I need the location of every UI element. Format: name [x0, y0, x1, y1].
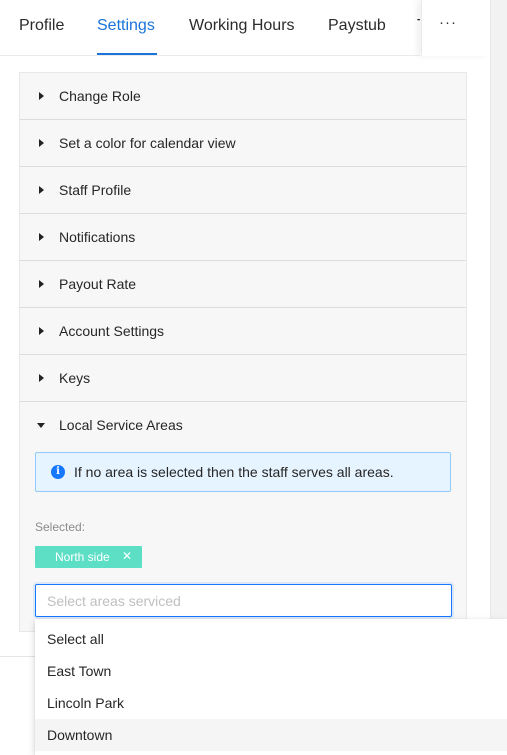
dropdown-option-select-all[interactable]: Select all	[35, 623, 507, 655]
accordion-item-label: Payout Rate	[59, 276, 137, 292]
dropdown-option-lincoln-park[interactable]: Lincoln Park	[35, 687, 507, 719]
tag-label: North side	[55, 550, 110, 564]
dropdown-option-east-town[interactable]: East Town	[35, 655, 507, 687]
tab-paystub[interactable]: Paystub	[328, 17, 386, 35]
caret-down-icon	[37, 423, 45, 428]
accordion-item-local-service-areas[interactable]: Local Service Areas	[20, 402, 466, 449]
accordion-item-label: Notifications	[59, 229, 136, 245]
caret-right-icon	[39, 327, 44, 335]
selected-area-tag: North side ✕	[35, 546, 142, 568]
caret-right-icon	[39, 233, 44, 241]
caret-right-icon	[39, 92, 44, 100]
accordion-item-label: Change Role	[59, 88, 141, 104]
caret-right-icon	[39, 139, 44, 147]
info-alert: i If no area is selected then the staff …	[35, 452, 451, 492]
accordion-item-change-role[interactable]: Change Role	[20, 73, 466, 120]
dropdown-option-label: East Town	[47, 663, 112, 679]
areas-dropdown-menu: Select all East Town Lincoln Park Downto…	[35, 619, 507, 755]
info-alert-text: If no area is selected then the staff se…	[74, 464, 394, 480]
accordion-item-label: Staff Profile	[59, 182, 132, 198]
footer-divider	[0, 656, 35, 755]
dropdown-option-downtown[interactable]: Downtown	[35, 719, 507, 751]
accordion-item-calendar-color[interactable]: Set a color for calendar view	[20, 120, 466, 167]
caret-right-icon	[39, 374, 44, 382]
caret-right-icon	[39, 186, 44, 194]
tab-bar: Profile Settings Working Hours Paystub T	[0, 0, 420, 56]
tab-profile[interactable]: Profile	[19, 17, 64, 35]
accordion-item-label: Keys	[59, 370, 91, 386]
accordion-item-staff-profile[interactable]: Staff Profile	[20, 167, 466, 214]
settings-accordion: Change Role Set a color for calendar vie…	[19, 72, 467, 632]
accordion-item-payout-rate[interactable]: Payout Rate	[20, 261, 466, 308]
tab-settings[interactable]: Settings	[97, 17, 155, 35]
accordion-item-keys[interactable]: Keys	[20, 355, 466, 402]
dropdown-option-label: Lincoln Park	[47, 695, 125, 711]
accordion-item-label: Local Service Areas	[59, 417, 183, 433]
ellipsis-icon: ···	[439, 14, 457, 31]
selected-label: Selected:	[35, 520, 86, 534]
info-icon: i	[51, 465, 65, 479]
tab-working-hours[interactable]: Working Hours	[189, 17, 295, 35]
dropdown-option-label: Select all	[47, 631, 104, 647]
accordion-item-label: Set a color for calendar view	[59, 135, 236, 151]
accordion-item-account-settings[interactable]: Account Settings	[20, 308, 466, 355]
close-icon[interactable]: ✕	[122, 549, 132, 563]
areas-select-input[interactable]	[35, 584, 452, 617]
caret-right-icon	[39, 280, 44, 288]
more-tabs-button[interactable]: ···	[421, 0, 490, 56]
accordion-item-label: Account Settings	[59, 323, 165, 339]
active-tab-indicator	[97, 53, 157, 55]
dropdown-option-label: Downtown	[47, 727, 113, 743]
tab-truncated[interactable]: T	[417, 17, 420, 35]
accordion-item-notifications[interactable]: Notifications	[20, 214, 466, 261]
